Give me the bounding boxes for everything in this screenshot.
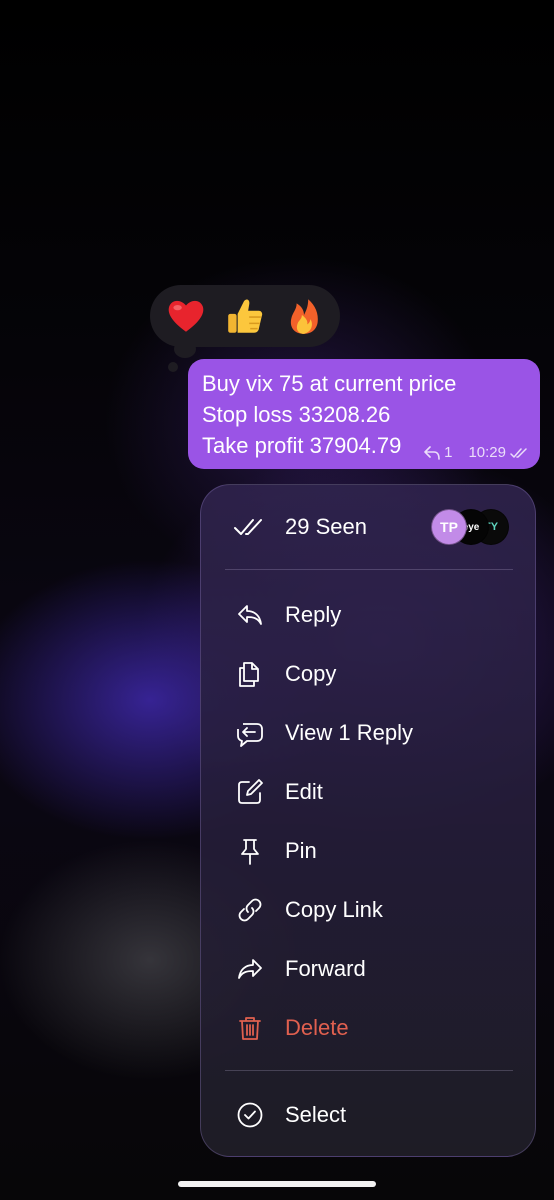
link-icon: [235, 895, 265, 925]
menu-item-label: Copy Link: [285, 897, 383, 922]
seen-avatars: TP eye TY: [431, 509, 509, 545]
menu-item-label: Delete: [285, 1015, 349, 1040]
edit-icon: [235, 777, 265, 807]
forward-icon: [235, 954, 265, 984]
avatar: TP: [431, 509, 467, 545]
reply-icon: [235, 600, 265, 630]
menu-item-select[interactable]: Select: [201, 1085, 535, 1144]
divider: [225, 569, 513, 570]
message-line-1: Buy vix 75 at current price: [202, 371, 457, 396]
message-time: 10:29: [468, 444, 506, 461]
menu-item-label: Select: [285, 1102, 347, 1127]
reaction-picker: [150, 285, 340, 347]
view-replies-icon: [235, 718, 265, 748]
message-meta: 1 10:29: [424, 444, 530, 461]
seen-row[interactable]: 29 Seen TP eye TY: [201, 485, 535, 569]
menu-item-label: Edit: [285, 779, 323, 804]
menu-item-pin[interactable]: Pin: [201, 821, 535, 880]
double-check-icon: [233, 513, 265, 541]
divider: [225, 1070, 513, 1071]
trash-icon: [235, 1013, 265, 1043]
pin-icon: [235, 836, 265, 866]
select-check-icon: [235, 1100, 265, 1130]
menu-item-copy-link[interactable]: Copy Link: [201, 880, 535, 939]
fire-icon: [291, 299, 319, 334]
screen: Buy vix 75 at current price Stop loss 33…: [0, 0, 554, 1200]
reply-count: 1: [444, 444, 453, 461]
message-line-2: Stop loss 33208.26: [202, 402, 391, 427]
seen-label: 29 Seen: [285, 514, 367, 539]
thumbs-up-reaction[interactable]: [219, 290, 271, 342]
menu-item-delete[interactable]: Delete: [201, 998, 535, 1057]
message-bubble[interactable]: Buy vix 75 at current price Stop loss 33…: [188, 359, 540, 469]
thumbs-up-icon: [228, 299, 263, 333]
menu-item-forward[interactable]: Forward: [201, 939, 535, 998]
menu-item-label: Copy: [285, 661, 337, 686]
reaction-tail: [174, 340, 196, 358]
reply-count-icon: [424, 445, 440, 460]
menu-item-label: Forward: [285, 956, 366, 981]
heart-icon: [168, 300, 203, 332]
context-menu: 29 Seen TP eye TY Reply Copy View 1 Repl…: [200, 484, 536, 1157]
double-check-icon: [510, 447, 527, 458]
menu-item-edit[interactable]: Edit: [201, 762, 535, 821]
fire-reaction[interactable]: [278, 290, 330, 342]
reaction-tail-small: [168, 362, 178, 372]
menu-item-copy[interactable]: Copy: [201, 644, 535, 703]
menu-item-label: View 1 Reply: [285, 720, 413, 745]
menu-item-label: Pin: [285, 838, 317, 863]
home-indicator[interactable]: [178, 1181, 376, 1187]
menu-item-view-replies[interactable]: View 1 Reply: [201, 703, 535, 762]
heart-reaction[interactable]: [160, 290, 212, 342]
menu-item-label: Reply: [285, 602, 342, 627]
copy-icon: [235, 659, 265, 689]
menu-item-reply[interactable]: Reply: [201, 585, 535, 644]
